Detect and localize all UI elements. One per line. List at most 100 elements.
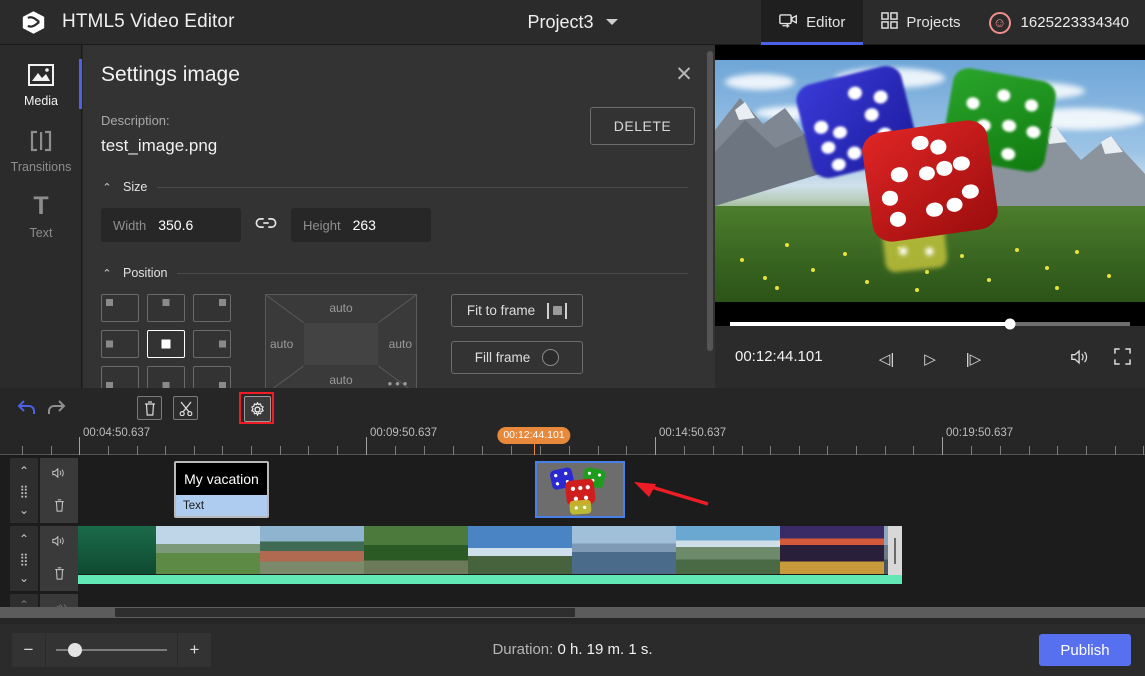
bottom-bar: − + Duration: 0 h. 19 m. 1 s. Publish — [0, 624, 1145, 676]
position-section-header[interactable]: ⌃ Position — [101, 266, 688, 280]
anchor-bottom-center[interactable] — [147, 366, 185, 388]
video-preview: 00:12:44.101 ◁| ▷ |▷ — [715, 45, 1145, 388]
duration-value: 0 h. 19 m. 1 s. — [557, 641, 653, 658]
divider — [157, 186, 688, 188]
video-editor-app: HTML5 Video Editor Project3 Editor Proje… — [0, 0, 1145, 676]
track-lane-video[interactable] — [78, 526, 1145, 591]
project-name: Project3 — [527, 11, 594, 32]
anchor-middle-right[interactable] — [193, 330, 231, 358]
chevron-up-icon[interactable]: ⌃ — [19, 532, 29, 546]
sidebar-item-label: Transitions — [10, 159, 72, 174]
anchor-top-center[interactable] — [147, 294, 185, 322]
zoom-in-button[interactable]: + — [178, 633, 211, 667]
margin-top-value[interactable]: auto — [266, 301, 416, 315]
scrollbar-thumb[interactable] — [115, 608, 575, 617]
anchor-middle-left[interactable] — [101, 330, 139, 358]
timeline-ruler[interactable]: 00:04:50.637 00:09:50.637 00:14:50.637 0… — [0, 425, 1145, 455]
volume-icon[interactable] — [51, 535, 67, 550]
panel-scrollbar[interactable] — [707, 51, 713, 351]
image-clip-dice[interactable] — [535, 461, 625, 518]
anchor-top-left[interactable] — [101, 294, 139, 322]
sidebar-item-text[interactable]: T Text — [0, 183, 82, 249]
preview-controls: 00:12:44.101 ◁| ▷ |▷ — [715, 318, 1145, 388]
ruler-label: 00:04:50.637 — [83, 427, 151, 439]
track-lane-text[interactable]: My vacation Text — [78, 458, 1145, 523]
width-input[interactable]: Width 350.6 — [101, 208, 241, 242]
text-clip-type: Text — [176, 495, 267, 516]
chevron-up-icon[interactable]: ⌃ — [19, 464, 29, 478]
text-t-icon: T — [33, 192, 49, 220]
position-section-label: Position — [123, 266, 168, 280]
fullscreen-icon[interactable] — [1114, 348, 1131, 370]
anchor-middle-center[interactable] — [147, 330, 185, 358]
margin-left-value[interactable]: auto — [270, 337, 293, 351]
video-clip-filmstrip[interactable] — [78, 526, 902, 584]
chevron-down-icon[interactable]: ⌄ — [19, 571, 29, 585]
zoom-slider-handle[interactable] — [68, 643, 82, 657]
timeline-toolbar — [0, 388, 1145, 425]
duration-label: Duration: — [492, 641, 558, 658]
timeline-tracks: ⌃ ⣿ ⌄ My vacation Text ⌃ ⣿ ⌄ ⌃ — [0, 455, 1145, 618]
tab-editor-label: Editor — [806, 14, 846, 31]
ruler-label: 00:14:50.637 — [659, 427, 727, 439]
fit-to-frame-label: Fit to frame — [466, 303, 536, 318]
sidebar-item-transitions[interactable]: Transitions — [0, 117, 82, 183]
gear-icon[interactable] — [244, 396, 271, 422]
anchor-bottom-left[interactable] — [101, 366, 139, 388]
height-input[interactable]: Height 263 — [291, 208, 431, 242]
tab-projects-label: Projects — [906, 14, 961, 31]
divider — [177, 272, 688, 274]
zoom-out-button[interactable]: − — [12, 633, 45, 667]
zoom-control: − + — [12, 633, 211, 667]
step-back-icon[interactable]: ◁| — [879, 350, 894, 368]
play-icon[interactable]: ▷ — [924, 350, 936, 368]
clip-resize-handle[interactable] — [888, 526, 902, 575]
grid-icon — [881, 12, 899, 33]
seek-handle[interactable] — [1004, 318, 1016, 330]
panel-resize-handle[interactable]: ••• — [388, 376, 411, 388]
image-icon — [28, 61, 54, 89]
fill-frame-button[interactable]: Fill frame — [451, 341, 583, 374]
user-menu[interactable]: ☺ 1625223334340 — [979, 0, 1145, 45]
redo-arrow-icon[interactable] — [44, 395, 68, 419]
sidebar-item-media[interactable]: Media — [0, 51, 82, 117]
audio-waveform-bar — [78, 575, 902, 584]
anchor-bottom-right[interactable] — [193, 366, 231, 388]
volume-icon[interactable] — [51, 467, 67, 482]
zoom-slider[interactable] — [45, 633, 178, 667]
chevron-down-icon[interactable]: ⌄ — [19, 503, 29, 517]
publish-button[interactable]: Publish — [1039, 634, 1131, 666]
trash-icon[interactable] — [137, 396, 162, 420]
chevron-down-icon — [605, 19, 618, 25]
size-section-label: Size — [123, 180, 148, 194]
fill-frame-label: Fill frame — [474, 350, 531, 365]
seek-bar[interactable] — [730, 318, 1130, 330]
timeline-horizontal-scrollbar[interactable] — [0, 607, 1145, 618]
fit-to-frame-button[interactable]: Fit to frame — [451, 294, 583, 327]
trash-icon[interactable] — [54, 566, 65, 583]
size-section-header[interactable]: ⌃ Size — [101, 180, 688, 194]
video-camera-icon — [779, 13, 798, 33]
text-clip[interactable]: My vacation Text — [174, 461, 269, 518]
close-icon[interactable]: ✕ — [673, 64, 695, 87]
tab-projects[interactable]: Projects — [863, 0, 978, 45]
preview-canvas[interactable] — [715, 60, 1145, 302]
die-red — [859, 117, 1001, 245]
link-icon[interactable] — [255, 216, 277, 235]
delete-button[interactable]: DELETE — [590, 107, 695, 145]
tab-editor[interactable]: Editor — [761, 0, 864, 45]
margin-right-value[interactable]: auto — [389, 337, 412, 351]
width-label: Width — [113, 217, 147, 233]
trash-icon[interactable] — [54, 498, 65, 515]
volume-icon[interactable] — [1070, 349, 1090, 370]
settings-button-highlight — [239, 392, 274, 424]
undo-arrow-icon[interactable] — [15, 395, 39, 419]
margins-editor[interactable]: auto auto auto auto — [265, 294, 417, 388]
drag-handle-icon[interactable]: ⣿ — [20, 484, 29, 498]
step-forward-icon[interactable]: |▷ — [966, 350, 981, 368]
drag-handle-icon[interactable]: ⣿ — [20, 552, 29, 566]
scissors-icon[interactable] — [173, 396, 198, 420]
anchor-top-right[interactable] — [193, 294, 231, 322]
project-selector[interactable]: Project3 — [527, 11, 618, 33]
top-bar-right: Editor Projects ☺ 1625223334340 — [761, 0, 1145, 45]
